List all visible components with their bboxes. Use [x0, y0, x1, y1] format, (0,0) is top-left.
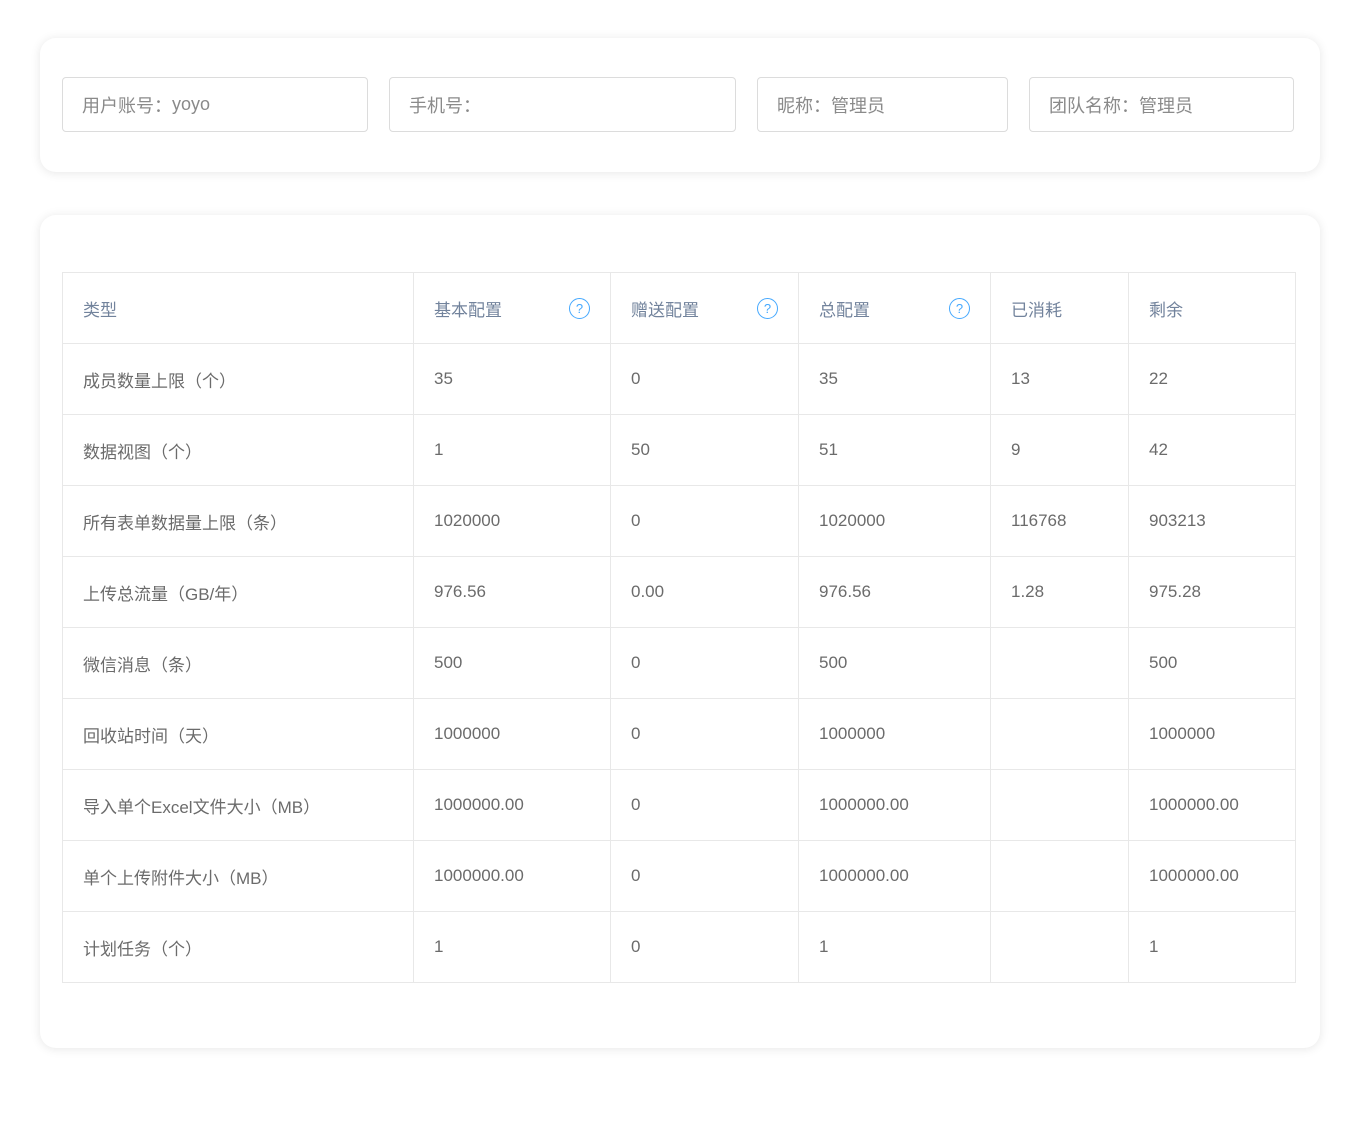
- cell-remaining: 975.28: [1129, 557, 1296, 628]
- column-header-label: 类型: [83, 301, 117, 320]
- cell-total: 976.56: [799, 557, 991, 628]
- cell-basic: 1: [414, 912, 611, 983]
- column-header-label: 剩余: [1149, 301, 1183, 320]
- cell-consumed: [991, 770, 1129, 841]
- row-label: 回收站时间（天）: [63, 699, 414, 770]
- cell-consumed: 13: [991, 344, 1129, 415]
- help-icon[interactable]: ?: [569, 298, 590, 319]
- cell-gift: 0: [611, 699, 799, 770]
- cell-remaining: 903213: [1129, 486, 1296, 557]
- cell-consumed: [991, 841, 1129, 912]
- cell-remaining: 22: [1129, 344, 1296, 415]
- cell-remaining: 500: [1129, 628, 1296, 699]
- column-header-type: 类型: [63, 273, 414, 344]
- column-header-consumed: 已消耗: [991, 273, 1129, 344]
- cell-basic: 500: [414, 628, 611, 699]
- quota-table: 类型 基本配置 ? 赠送配置 ? 总配置: [62, 272, 1296, 983]
- team-name-label: 团队名称：: [1049, 92, 1139, 118]
- nickname-label: 昵称：: [777, 92, 831, 118]
- cell-basic: 1020000: [414, 486, 611, 557]
- cell-total: 1: [799, 912, 991, 983]
- cell-basic: 1000000.00: [414, 841, 611, 912]
- row-label: 上传总流量（GB/年）: [63, 557, 414, 628]
- cell-basic: 35: [414, 344, 611, 415]
- cell-remaining: 1000000.00: [1129, 841, 1296, 912]
- table-row: 所有表单数据量上限（条） 1020000 0 1020000 116768 90…: [63, 486, 1296, 557]
- column-header-label: 已消耗: [1011, 301, 1062, 320]
- row-label: 数据视图（个）: [63, 415, 414, 486]
- column-header-label: 基本配置: [434, 296, 502, 321]
- user-info-card: 用户账号：yoyo 手机号： 昵称：管理员 团队名称：管理员: [40, 38, 1320, 172]
- cell-basic: 1: [414, 415, 611, 486]
- team-name-value: 管理员: [1139, 92, 1193, 118]
- cell-gift: 50: [611, 415, 799, 486]
- cell-consumed: 1.28: [991, 557, 1129, 628]
- cell-total: 35: [799, 344, 991, 415]
- cell-basic: 1000000: [414, 699, 611, 770]
- table-row: 成员数量上限（个） 35 0 35 13 22: [63, 344, 1296, 415]
- cell-total: 1000000.00: [799, 841, 991, 912]
- table-header-row: 类型 基本配置 ? 赠送配置 ? 总配置: [63, 273, 1296, 344]
- cell-total: 51: [799, 415, 991, 486]
- table-row: 计划任务（个） 1 0 1 1: [63, 912, 1296, 983]
- column-header-gift-config: 赠送配置 ?: [611, 273, 799, 344]
- user-account-label: 用户账号：: [82, 92, 172, 118]
- cell-total: 1000000: [799, 699, 991, 770]
- cell-gift: 0: [611, 912, 799, 983]
- nickname-field[interactable]: 昵称：管理员: [757, 77, 1008, 132]
- cell-remaining: 1000000: [1129, 699, 1296, 770]
- row-label: 计划任务（个）: [63, 912, 414, 983]
- table-row: 导入单个Excel文件大小（MB） 1000000.00 0 1000000.0…: [63, 770, 1296, 841]
- phone-number-label: 手机号：: [409, 92, 481, 118]
- nickname-value: 管理员: [831, 92, 885, 118]
- cell-total: 500: [799, 628, 991, 699]
- cell-remaining: 1: [1129, 912, 1296, 983]
- table-row: 微信消息（条） 500 0 500 500: [63, 628, 1296, 699]
- row-label: 单个上传附件大小（MB）: [63, 841, 414, 912]
- cell-consumed: 116768: [991, 486, 1129, 557]
- row-label: 成员数量上限（个）: [63, 344, 414, 415]
- column-header-basic-config: 基本配置 ?: [414, 273, 611, 344]
- column-header-label: 总配置: [819, 296, 870, 321]
- row-label: 微信消息（条）: [63, 628, 414, 699]
- cell-consumed: [991, 912, 1129, 983]
- team-name-field[interactable]: 团队名称：管理员: [1029, 77, 1294, 132]
- cell-total: 1020000: [799, 486, 991, 557]
- column-header-remaining: 剩余: [1129, 273, 1296, 344]
- help-icon[interactable]: ?: [949, 298, 970, 319]
- cell-gift: 0: [611, 628, 799, 699]
- cell-consumed: [991, 628, 1129, 699]
- column-header-label: 赠送配置: [631, 296, 699, 321]
- user-account-value: yoyo: [172, 94, 210, 115]
- cell-gift: 0: [611, 486, 799, 557]
- row-label: 所有表单数据量上限（条）: [63, 486, 414, 557]
- cell-consumed: [991, 699, 1129, 770]
- column-header-total-config: 总配置 ?: [799, 273, 991, 344]
- cell-gift: 0.00: [611, 557, 799, 628]
- table-row: 上传总流量（GB/年） 976.56 0.00 976.56 1.28 975.…: [63, 557, 1296, 628]
- cell-gift: 0: [611, 841, 799, 912]
- cell-remaining: 1000000.00: [1129, 770, 1296, 841]
- table-row: 单个上传附件大小（MB） 1000000.00 0 1000000.00 100…: [63, 841, 1296, 912]
- cell-basic: 1000000.00: [414, 770, 611, 841]
- table-row: 回收站时间（天） 1000000 0 1000000 1000000: [63, 699, 1296, 770]
- row-label: 导入单个Excel文件大小（MB）: [63, 770, 414, 841]
- cell-gift: 0: [611, 344, 799, 415]
- phone-number-field[interactable]: 手机号：: [389, 77, 736, 132]
- table-row: 数据视图（个） 1 50 51 9 42: [63, 415, 1296, 486]
- cell-total: 1000000.00: [799, 770, 991, 841]
- quota-card: 类型 基本配置 ? 赠送配置 ? 总配置: [40, 215, 1320, 1048]
- user-account-field[interactable]: 用户账号：yoyo: [62, 77, 368, 132]
- cell-gift: 0: [611, 770, 799, 841]
- cell-consumed: 9: [991, 415, 1129, 486]
- help-icon[interactable]: ?: [757, 298, 778, 319]
- cell-basic: 976.56: [414, 557, 611, 628]
- cell-remaining: 42: [1129, 415, 1296, 486]
